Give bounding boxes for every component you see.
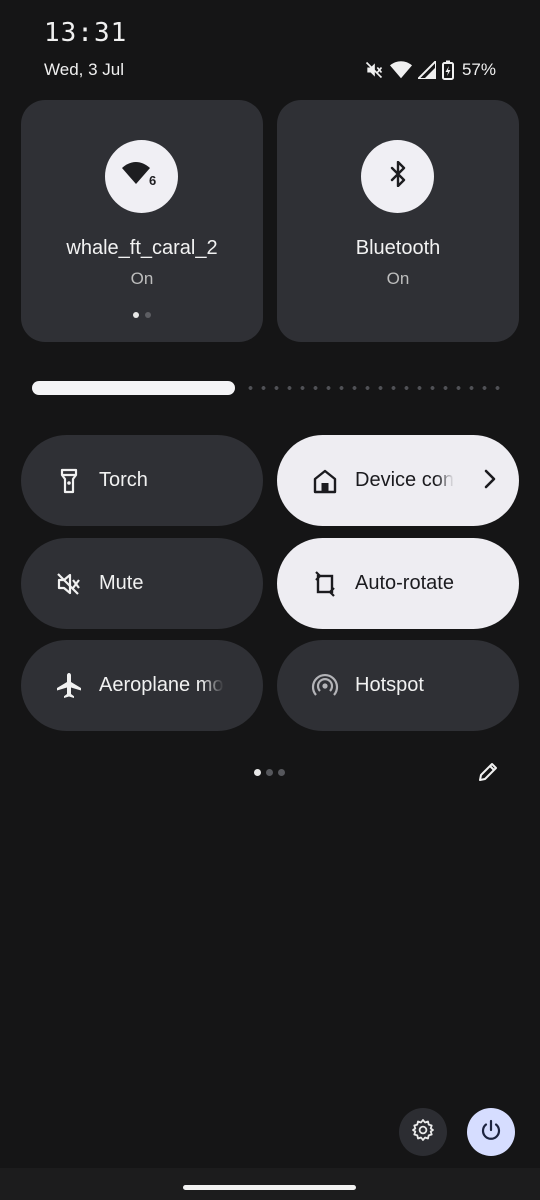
wifi-tile[interactable]: 6 whale_ft_caral_2 On [21, 100, 263, 342]
bluetooth-tile[interactable]: Bluetooth On [277, 100, 519, 342]
power-icon [479, 1118, 503, 1147]
wifi-tile-state: On [130, 269, 154, 288]
hotspot-icon [311, 672, 339, 700]
tile-aeroplane-mode[interactable]: Aeroplane mo [21, 640, 263, 731]
pager-dot-active [133, 312, 139, 318]
tile-mute[interactable]: Mute [21, 538, 263, 629]
chevron-right-icon [483, 468, 497, 495]
tile-hotspot-label: Hotspot [355, 674, 424, 696]
gesture-handle[interactable] [183, 1185, 356, 1190]
tile-aeroplane-mode-label: Aeroplane mo [99, 674, 224, 696]
navigation-bar [0, 1168, 540, 1200]
big-tile-pager [21, 312, 263, 318]
auto-rotate-icon [311, 570, 339, 598]
page-dot [278, 769, 285, 776]
pager-dot [145, 312, 151, 318]
mute-icon [55, 570, 83, 598]
battery-charging-icon [441, 60, 454, 80]
edit-tiles-button[interactable] [474, 760, 502, 788]
home-icon [311, 467, 339, 495]
tile-device-controls[interactable]: Device con [277, 435, 519, 526]
wifi-tile-title: whale_ft_caral_2 [66, 237, 218, 259]
power-button[interactable] [467, 1108, 515, 1156]
mute-icon [364, 60, 384, 80]
pencil-icon [477, 761, 499, 788]
gear-icon [411, 1118, 435, 1147]
wifi-badge: 6 [149, 173, 156, 188]
page-dot [266, 769, 273, 776]
cellular-signal-icon [417, 61, 436, 79]
bluetooth-tile-state: On [386, 269, 410, 288]
tile-auto-rotate[interactable]: Auto-rotate [277, 538, 519, 629]
tile-torch[interactable]: Torch [21, 435, 263, 526]
wifi-6-icon: 6 [121, 158, 162, 195]
brightness-track [243, 386, 504, 390]
airplane-icon [55, 672, 83, 700]
brightness-slider[interactable] [32, 381, 504, 395]
page-dot-active [254, 769, 261, 776]
battery-percent: 57% [461, 60, 496, 79]
bluetooth-icon [387, 160, 409, 192]
quick-settings-screen: 13:31 Wed, 3 Jul 57% 6 whale_ft_caral_2 … [0, 0, 540, 1200]
tile-page-indicator [254, 769, 285, 776]
status-date: Wed, 3 Jul [44, 60, 125, 79]
tile-torch-label: Torch [99, 469, 148, 491]
tile-auto-rotate-label: Auto-rotate [355, 572, 454, 594]
brightness-fill[interactable] [32, 381, 235, 395]
settings-button[interactable] [399, 1108, 447, 1156]
tile-hotspot[interactable]: Hotspot [277, 640, 519, 731]
bluetooth-tile-title: Bluetooth [355, 237, 441, 259]
torch-icon [55, 467, 83, 495]
bluetooth-tile-button[interactable] [361, 140, 434, 213]
wifi-tile-button[interactable]: 6 [105, 140, 178, 213]
status-icons: 57% [364, 58, 496, 82]
wifi-icon [389, 60, 412, 80]
tile-device-controls-label: Device con [355, 469, 454, 491]
tile-mute-label: Mute [99, 572, 144, 594]
status-clock: 13:31 [44, 18, 128, 48]
